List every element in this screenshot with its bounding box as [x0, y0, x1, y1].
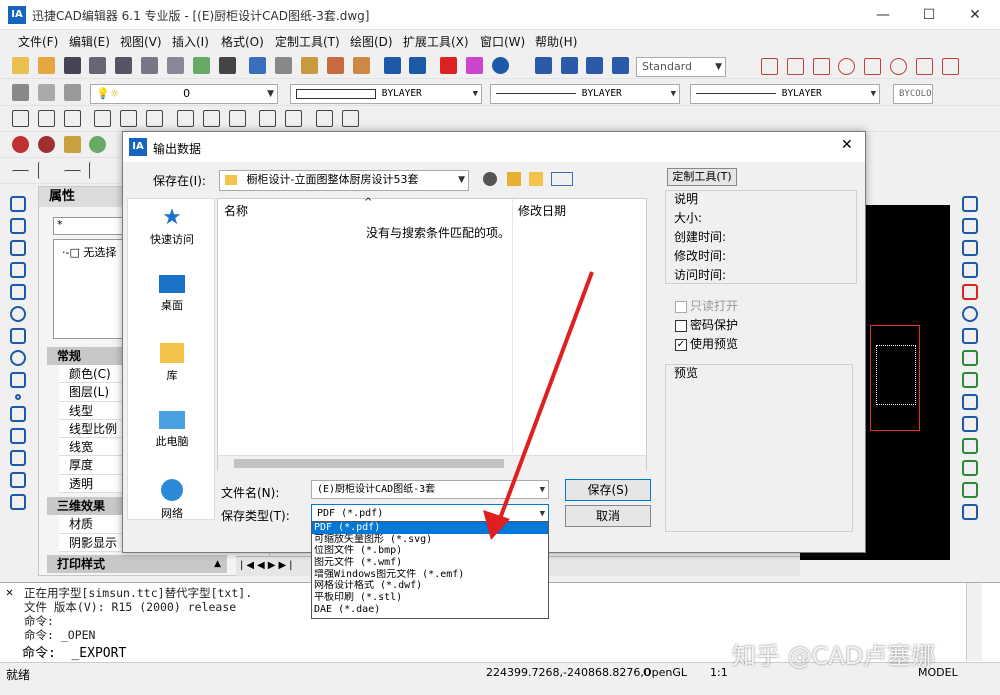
- watermark: 知乎 @CAD卢塞娜: [732, 642, 936, 670]
- annotation-arrow: [483, 271, 594, 540]
- arrow-head: [483, 510, 510, 540]
- arrow-shaft: [496, 271, 594, 525]
